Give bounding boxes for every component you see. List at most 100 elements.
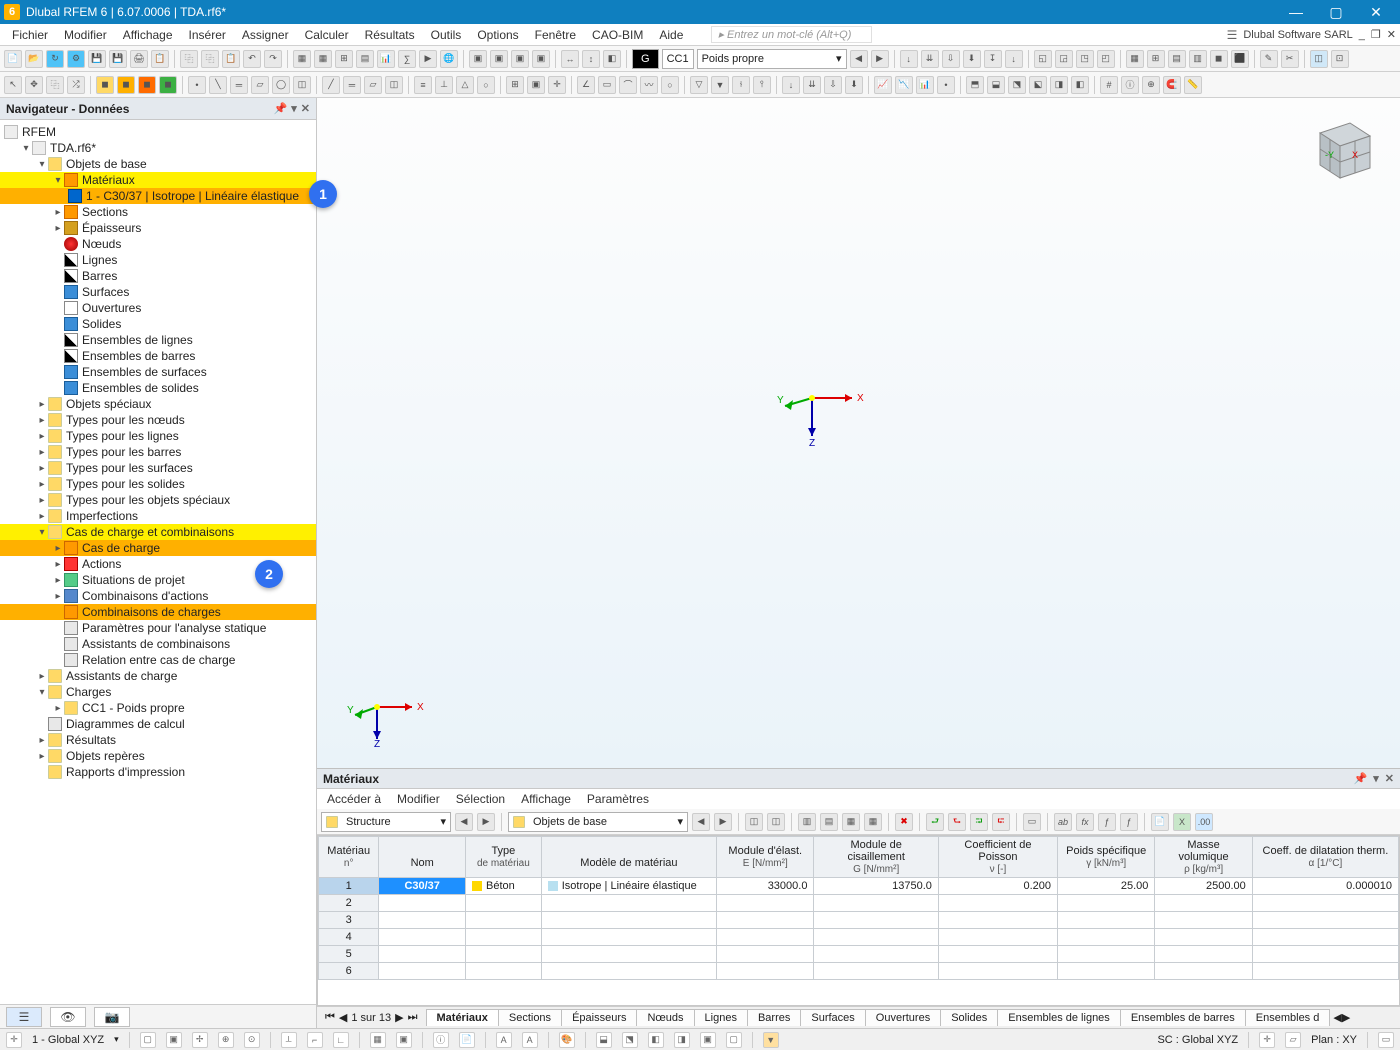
tb-load3-icon[interactable]: ⇩ <box>942 50 960 68</box>
tb-load5-icon[interactable]: ↧ <box>984 50 1002 68</box>
menu-resultats[interactable]: Résultats <box>357 28 423 42</box>
maximize-button[interactable]: ▢ <box>1316 0 1356 24</box>
tb2-msup-icon[interactable]: ⫯ <box>753 76 771 94</box>
tb-results-icon[interactable]: 📊 <box>377 50 395 68</box>
tb-open-icon[interactable]: 📂 <box>25 50 43 68</box>
nav-dock-icon[interactable]: ▾ <box>291 102 297 115</box>
tb2-angle1-icon[interactable]: ∠ <box>577 76 595 94</box>
tb-tool2-icon[interactable]: ✂ <box>1281 50 1299 68</box>
doc-min-icon[interactable]: _ <box>1359 29 1365 41</box>
tb2-surf-icon[interactable]: ▱ <box>251 76 269 94</box>
tb-new-icon[interactable]: 📄 <box>4 50 22 68</box>
tb2-axes-icon[interactable]: ✛ <box>548 76 566 94</box>
tb-recalc-icon[interactable]: ↻ <box>46 50 64 68</box>
menu-fichier[interactable]: Fichier <box>4 28 56 42</box>
tb-tool1-icon[interactable]: ✎ <box>1260 50 1278 68</box>
tb2-load10-icon[interactable]: ⬇ <box>845 76 863 94</box>
tb-copy2-icon[interactable]: ⿻ <box>201 50 219 68</box>
tb-saveall-icon[interactable]: 💾 <box>109 50 127 68</box>
tb-prev-lc-icon[interactable]: ◀ <box>850 50 868 68</box>
tree-file[interactable]: TDA.rf6* <box>50 141 96 155</box>
tb2-nodal-icon[interactable]: ⊥ <box>435 76 453 94</box>
tree-root[interactable]: RFEM <box>22 125 56 139</box>
tb-table-icon[interactable]: ⊞ <box>335 50 353 68</box>
tb2-sup-icon[interactable]: △ <box>456 76 474 94</box>
tb2-spline-icon[interactable]: 〰 <box>640 76 658 94</box>
tb2-arc-icon[interactable]: ⌒ <box>619 76 637 94</box>
tb2-sec2-icon[interactable]: ◼ <box>138 76 156 94</box>
tb2-magnet-icon[interactable]: 🧲 <box>1163 76 1181 94</box>
tb2-lineset-icon[interactable]: ╱ <box>322 76 340 94</box>
menu-fenetre[interactable]: Fenêtre <box>527 28 584 42</box>
tb2-s1-icon[interactable]: ⬒ <box>966 76 984 94</box>
tb-mesh2-icon[interactable]: ⊞ <box>1147 50 1165 68</box>
tb-clipboard-icon[interactable]: 📋 <box>222 50 240 68</box>
tb-dim2-icon[interactable]: ↕ <box>582 50 600 68</box>
close-button[interactable]: ✕ <box>1356 0 1396 24</box>
tb2-ortho2-icon[interactable]: ⊞ <box>506 76 524 94</box>
nav-close-icon[interactable]: ✕ <box>301 102 310 115</box>
tb2-s6-icon[interactable]: ◧ <box>1071 76 1089 94</box>
tb-globe-icon[interactable]: 🌐 <box>440 50 458 68</box>
nav-pin-icon[interactable]: 📌 <box>274 102 288 115</box>
tb2-circle-icon[interactable]: ○ <box>661 76 679 94</box>
tb-ortho-icon[interactable]: ⊡ <box>1331 50 1349 68</box>
tb2-lsup-icon[interactable]: ⫮ <box>732 76 750 94</box>
tb-next-lc-icon[interactable]: ▶ <box>871 50 889 68</box>
tb-print-icon[interactable]: 🖨 <box>130 50 148 68</box>
tb2-persp-icon[interactable]: ▣ <box>527 76 545 94</box>
tb-view4-icon[interactable]: ◰ <box>1097 50 1115 68</box>
tb2-rect2-icon[interactable]: ▭ <box>598 76 616 94</box>
tb2-info-icon[interactable]: ⓘ <box>1121 76 1139 94</box>
tb2-ruler-icon[interactable]: 📏 <box>1184 76 1202 94</box>
tb2-load7-icon[interactable]: ↓ <box>782 76 800 94</box>
tb2-snap2-icon[interactable]: ⊕ <box>1142 76 1160 94</box>
tb2-surfset-icon[interactable]: ▱ <box>364 76 382 94</box>
tb2-thick-icon[interactable]: ≡ <box>414 76 432 94</box>
doc-close-icon[interactable]: ✕ <box>1387 28 1396 41</box>
tree-basic-objects[interactable]: Objets de base <box>66 157 147 171</box>
brand-menu-icon[interactable]: ☰ <box>1227 28 1238 42</box>
tb-printrep-icon[interactable]: 📋 <box>151 50 169 68</box>
tb2-hinge-icon[interactable]: ○ <box>477 76 495 94</box>
tb-undo-icon[interactable]: ↶ <box>243 50 261 68</box>
nav-cube[interactable]: -Y X <box>1300 108 1380 188</box>
tb2-node-icon[interactable]: • <box>188 76 206 94</box>
tb2-load8-icon[interactable]: ⇊ <box>803 76 821 94</box>
tb2-dot-icon[interactable]: • <box>937 76 955 94</box>
tb-render2-icon[interactable]: ▣ <box>490 50 508 68</box>
tb-cube-icon[interactable]: ◫ <box>1310 50 1328 68</box>
tb2-s2-icon[interactable]: ⬓ <box>987 76 1005 94</box>
tb-calc-icon[interactable]: ∑ <box>398 50 416 68</box>
doc-restore-icon[interactable]: ❐ <box>1371 28 1381 41</box>
menu-aide[interactable]: Aide <box>651 28 691 42</box>
tb2-sec1-icon[interactable]: ◼ <box>117 76 135 94</box>
tb2-solidset-icon[interactable]: ◫ <box>385 76 403 94</box>
tb2-copy-icon[interactable]: ⿻ <box>46 76 64 94</box>
menu-cao-bim[interactable]: CAO-BIM <box>584 28 651 42</box>
menu-assigner[interactable]: Assigner <box>234 28 297 42</box>
tb-render1-icon[interactable]: ▣ <box>469 50 487 68</box>
tb-load6-icon[interactable]: ↓ <box>1005 50 1023 68</box>
tb-load2-icon[interactable]: ⇊ <box>921 50 939 68</box>
tb-dim1-icon[interactable]: ↔ <box>561 50 579 68</box>
tb-mat-icon[interactable]: ◼ <box>1210 50 1228 68</box>
tb-snap-icon[interactable]: ◧ <box>603 50 621 68</box>
tb2-res1-icon[interactable]: 📈 <box>874 76 892 94</box>
tb2-sup3-icon[interactable]: ▼ <box>711 76 729 94</box>
viewport-3d[interactable]: 1 2 X Y Z <box>317 98 1400 768</box>
tb-views-icon[interactable]: ▤ <box>356 50 374 68</box>
tb-loadcase-select[interactable]: Poids propre▾ <box>697 49 847 69</box>
tb-settings-icon[interactable]: ⚙ <box>67 50 85 68</box>
tb-section-icon[interactable]: ⬛ <box>1231 50 1249 68</box>
tb2-mat-icon[interactable]: ◼ <box>96 76 114 94</box>
tb2-cursor-icon[interactable]: ↖ <box>4 76 22 94</box>
tb-save-icon[interactable]: 💾 <box>88 50 106 68</box>
tb-render4-icon[interactable]: ▣ <box>532 50 550 68</box>
tb-load4-icon[interactable]: ⬇ <box>963 50 981 68</box>
tb2-open-icon[interactable]: ◯ <box>272 76 290 94</box>
minimize-button[interactable]: — <box>1276 0 1316 24</box>
tb-view2-icon[interactable]: ◲ <box>1055 50 1073 68</box>
menu-search-hint[interactable]: ▸ Entrez un mot-clé (Alt+Q) <box>711 26 872 43</box>
tb2-s4-icon[interactable]: ⬕ <box>1029 76 1047 94</box>
